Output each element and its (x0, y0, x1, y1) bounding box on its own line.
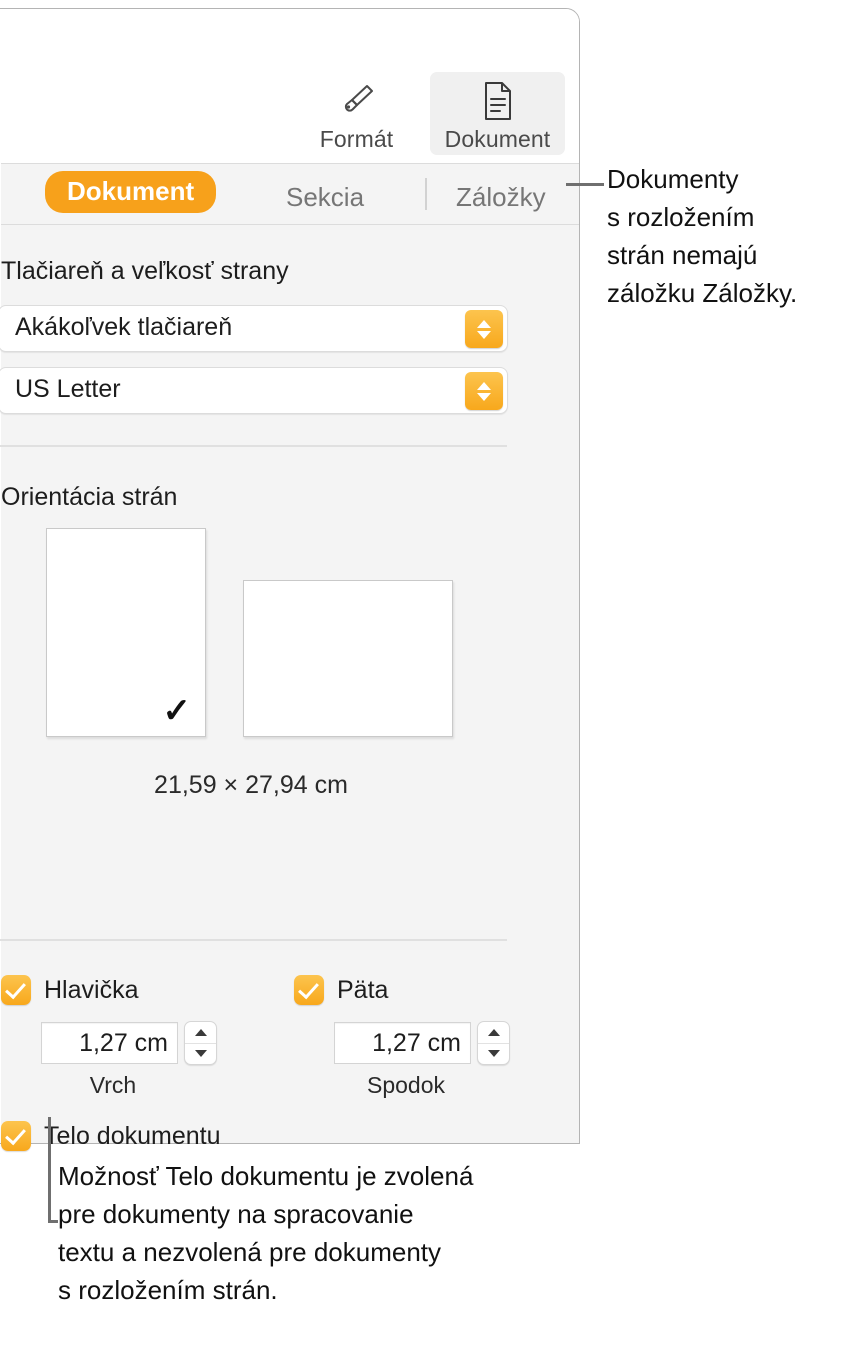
footer-group: Päta 1,27 cm Spodok (294, 975, 510, 1099)
stepper-up-icon[interactable] (478, 1022, 509, 1044)
document-page-icon (481, 78, 515, 124)
inspector-body: Tlačiareň a veľkosť strany Akákoľvek tla… (0, 225, 579, 1151)
inspector-tab-bar: Dokument Sekcia Záložky (1, 163, 579, 225)
printer-select-value: Akákoľvek tlačiareň (15, 313, 233, 341)
checkbox-checked-icon[interactable] (1, 1121, 31, 1151)
header-margin-input[interactable]: 1,27 cm (41, 1022, 178, 1064)
tab-dokument[interactable]: Dokument (45, 171, 217, 213)
header-checkbox-row[interactable]: Hlavička (1, 975, 217, 1005)
callout-bottom-text: Možnosť Telo dokumentu je zvolená pre do… (58, 1161, 474, 1305)
orientation-section-title: Orientácia strán (1, 483, 178, 511)
footer-checkbox-row[interactable]: Päta (294, 975, 510, 1005)
section-divider (0, 939, 507, 941)
footer-margin-stepper[interactable] (477, 1021, 510, 1065)
document-body-checkbox-label: Telo dokumentu (44, 1121, 221, 1150)
toolbar-item-format[interactable]: Formát (289, 72, 424, 155)
page-size-select[interactable]: US Letter (0, 367, 508, 414)
tab-sekcia[interactable]: Sekcia (286, 182, 364, 213)
chevron-updown-icon (465, 310, 503, 348)
orientation-portrait-option[interactable]: ✓ (46, 528, 206, 737)
footer-checkbox-label: Päta (337, 975, 389, 1004)
toolbar-item-list: Formát Dokument (289, 72, 565, 155)
stepper-up-icon[interactable] (185, 1022, 216, 1044)
paintbrush-icon (337, 78, 377, 124)
header-margin-row: 1,27 cm (41, 1021, 217, 1065)
printer-section-title: Tlačiareň a veľkosť strany (1, 257, 289, 285)
format-inspector-panel: Formát Dokument Dokument Sekcia Záložky … (0, 8, 580, 1151)
section-divider (0, 445, 507, 447)
tab-dokument-label: Dokument (45, 171, 217, 213)
document-body-checkbox-row[interactable]: Telo dokumentu (1, 1121, 221, 1151)
page-dimensions-label: 21,59 × 27,94 cm (154, 771, 348, 799)
stepper-down-icon[interactable] (478, 1044, 509, 1065)
footer-margin-input[interactable]: 1,27 cm (334, 1022, 471, 1064)
tab-separator (425, 178, 427, 210)
header-group: Hlavička 1,27 cm Vrch (1, 975, 217, 1099)
printer-select[interactable]: Akákoľvek tlačiareň (0, 305, 508, 352)
header-margin-sublabel: Vrch (89, 1072, 137, 1098)
callout-bottom-leader-line (48, 1117, 51, 1223)
chevron-updown-icon (465, 372, 503, 410)
checkbox-checked-icon[interactable] (1, 975, 31, 1005)
toolbar-item-format-label: Formát (319, 126, 394, 152)
callout-top-leader-line (566, 183, 604, 186)
page-size-select-value: US Letter (15, 375, 121, 403)
stepper-down-icon[interactable] (185, 1044, 216, 1065)
tab-zalozky[interactable]: Záložky (456, 182, 546, 213)
checkmark-icon: ✓ (162, 692, 192, 730)
callout-bottom-leader-tick (48, 1220, 58, 1223)
orientation-landscape-option[interactable] (243, 580, 453, 737)
header-margin-stepper[interactable] (184, 1021, 217, 1065)
footer-margin-row: 1,27 cm (334, 1021, 510, 1065)
inspector-toolbar: Formát Dokument (1, 9, 579, 163)
callout-top-text: Dokumenty s rozložením strán nemajú zálo… (607, 164, 798, 308)
tab-sekcia-label: Sekcia (286, 182, 365, 212)
header-checkbox-label: Hlavička (44, 975, 139, 1004)
tab-zalozky-label: Záložky (456, 182, 546, 212)
footer-margin-sublabel: Spodok (366, 1072, 445, 1098)
toolbar-item-document[interactable]: Dokument (430, 72, 565, 155)
toolbar-item-document-label: Dokument (444, 126, 551, 152)
checkbox-checked-icon[interactable] (294, 975, 324, 1005)
